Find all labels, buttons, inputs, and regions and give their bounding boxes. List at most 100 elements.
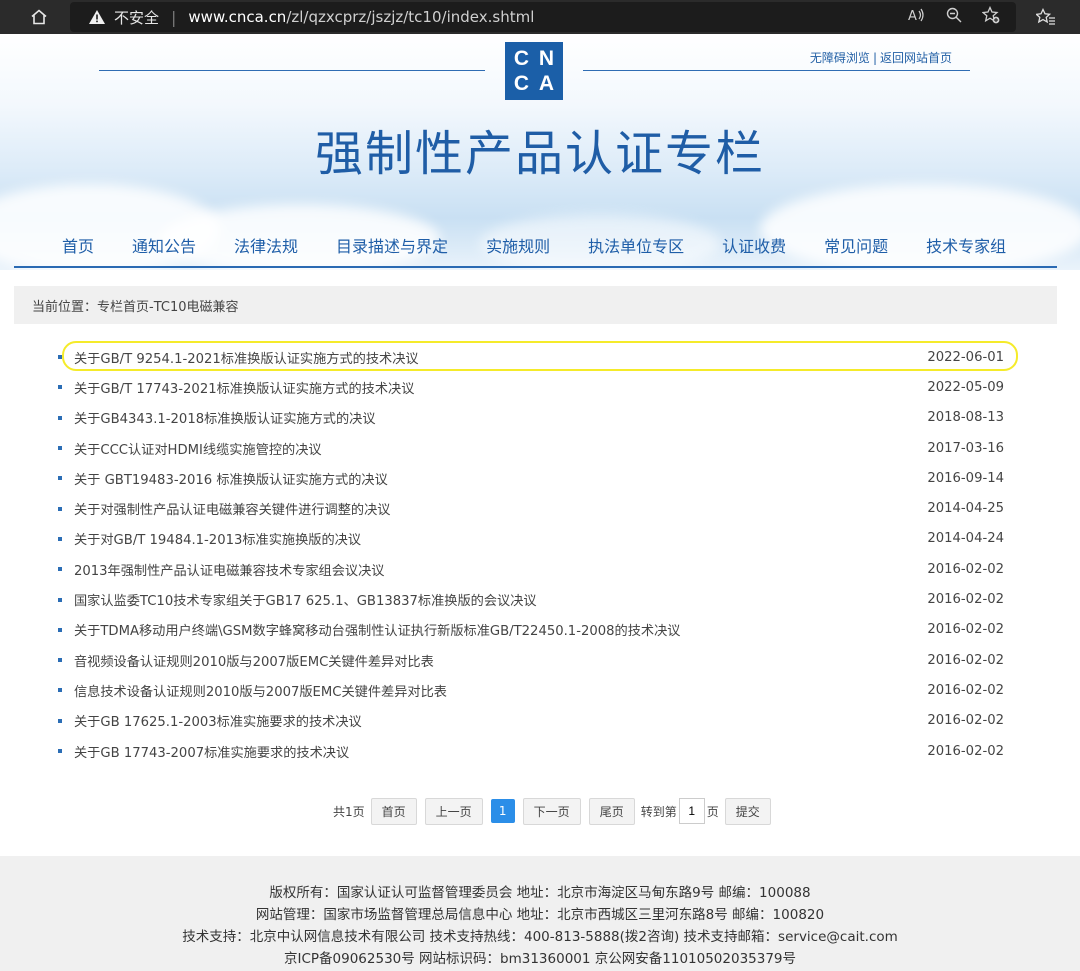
bullet-icon — [58, 385, 62, 390]
article-date: 2016-09-14 — [927, 470, 1004, 486]
bullet-icon — [58, 688, 62, 693]
article-date: 2016-02-02 — [927, 682, 1004, 698]
goto-suffix: 页 — [706, 804, 719, 819]
nav-item-rules[interactable]: 实施规则 — [486, 233, 550, 257]
bullet-icon — [58, 476, 62, 481]
nav-item-home[interactable]: 首页 — [62, 233, 94, 257]
bullet-icon — [58, 446, 62, 451]
nav-item-fees[interactable]: 认证收费 — [722, 233, 786, 257]
article-title-link[interactable]: 关于对GB/T 19484.1-2013标准实施换版的决议 — [74, 529, 914, 548]
list-item[interactable]: 关于对强制性产品认证电磁兼容关键件进行调整的决议 2014-04-25 — [58, 493, 1018, 523]
cnca-logo[interactable]: C N C A — [505, 42, 563, 100]
list-item[interactable]: 音视频设备认证规则2010版与2007版EMC关键件差异对比表 2016-02-0… — [58, 645, 1018, 675]
list-item[interactable]: 关于GB4343.1-2018标准换版认证实施方式的决议 2018-08-13 — [58, 403, 1018, 433]
list-item[interactable]: 信息技术设备认证规则2010版与2007版EMC关键件差异对比表 2016-02-… — [58, 675, 1018, 705]
insecure-label: 不安全 — [114, 8, 160, 27]
nav-item-catalog[interactable]: 目录描述与界定 — [336, 233, 448, 257]
site-home-link[interactable]: 返回网站首页 — [880, 51, 952, 65]
article-title-link[interactable]: 关于GB/T 9254.1-2021标准换版认证实施方式的技术决议 — [74, 348, 914, 367]
bullet-icon — [58, 597, 62, 602]
article-date: 2016-02-02 — [927, 561, 1004, 577]
accessibility-link[interactable]: 无障碍浏览 — [810, 51, 870, 65]
banner-divider-right — [583, 70, 970, 71]
home-icon[interactable] — [22, 0, 56, 34]
article-date: 2022-06-01 — [927, 349, 1004, 365]
bullet-icon — [58, 749, 62, 753]
url-host: www.cnca.cn — [188, 8, 287, 26]
main-nav: 首页 通知公告 法律法规 目录描述与界定 实施规则 执法单位专区 认证收费 常见… — [14, 222, 1057, 268]
list-item[interactable]: 关于TDMA移动用户终端\GSM数字蜂窝移动台强制性认证执行新版标准GB/T22… — [58, 615, 1018, 645]
nav-item-experts[interactable]: 技术专家组 — [926, 233, 1006, 257]
article-date: 2016-02-02 — [927, 713, 1004, 729]
article-title-link[interactable]: 关于TDMA移动用户终端\GSM数字蜂窝移动台强制性认证执行新版标准GB/T22… — [74, 620, 914, 639]
article-title-link[interactable]: 关于GB/T 17743-2021标准换版认证实施方式的技术决议 — [74, 378, 914, 397]
address-bar[interactable]: 不安全 | www.cnca.cn/zl/qzxcprz/jszjz/tc10/… — [70, 2, 1016, 32]
article-date: 2018-08-13 — [927, 410, 1004, 426]
current-page[interactable]: 1 — [490, 799, 515, 823]
list-item[interactable]: 国家认监委TC10技术专家组关于GB17 625.1、GB13837标准换版的会… — [58, 584, 1018, 614]
article-date: 2014-04-24 — [927, 531, 1004, 547]
list-item[interactable]: 2013年强制性产品认证电磁兼容技术专家组会议决议 2016-02-02 — [58, 554, 1018, 584]
url-text[interactable]: www.cnca.cn/zl/qzxcprz/jszjz/tc10/index.… — [188, 8, 534, 26]
site-footer: 版权所有：国家认证认可监督管理委员会 地址：北京市海淀区马甸东路9号 邮编：10… — [0, 856, 1080, 971]
article-title-link[interactable]: 关于GB 17743-2007标准实施要求的技术决议 — [74, 742, 914, 761]
bullet-icon — [58, 536, 62, 541]
footer-icp: 京ICP备09062530号 网站标识码：bm31360001 京公网安备110… — [283, 951, 797, 967]
article-title-link[interactable]: 关于CCC认证对HDMI线缆实施管控的决议 — [74, 439, 914, 458]
bullet-icon — [58, 506, 62, 511]
logo-letter: C — [513, 72, 530, 95]
page-total: 共1页 — [333, 804, 365, 819]
bullet-icon — [58, 718, 62, 723]
article-title-link[interactable]: 关于GB4343.1-2018标准换版认证实施方式的决议 — [74, 408, 914, 427]
list-item[interactable]: 关于GB/T 9254.1-2021标准换版认证实施方式的技术决议 2022-06… — [58, 342, 1018, 372]
address-separator: | — [171, 7, 177, 27]
add-favorite-icon[interactable] — [981, 5, 1000, 28]
article-title-link[interactable]: 音视频设备认证规则2010版与2007版EMC关键件差异对比表 — [74, 651, 914, 670]
nav-item-enforcement[interactable]: 执法单位专区 — [588, 233, 684, 257]
address-tools: A — [908, 0, 1000, 34]
footer-management: 网站管理：国家市场监督管理总局信息中心 地址：北京市西城区三里河东路8号 邮编：… — [255, 907, 825, 923]
footer-copyright: 版权所有：国家认证认可监督管理委员会 地址：北京市海淀区马甸东路9号 邮编：10… — [269, 885, 811, 901]
article-title-link[interactable]: 信息技术设备认证规则2010版与2007版EMC关键件差异对比表 — [74, 681, 914, 700]
article-title-link[interactable]: 国家认监委TC10技术专家组关于GB17 625.1、GB13837标准换版的会… — [74, 590, 914, 609]
logo-letter: A — [538, 72, 555, 95]
list-item[interactable]: 关于GB 17625.1-2003标准实施要求的技术决议 2016-02-02 — [58, 706, 1018, 736]
article-date: 2016-02-02 — [927, 743, 1004, 759]
list-item[interactable]: 关于 GBT19483-2016 标准换版认证实施方式的决议 2016-09-14 — [58, 463, 1018, 493]
goto-page-input[interactable] — [678, 798, 705, 824]
goto-label: 转到第 — [640, 804, 677, 819]
footer-support: 技术支持：北京中认网信息技术有限公司 技术支持热线：400-813-5888(拨… — [182, 929, 898, 945]
article-title-link[interactable]: 关于GB 17625.1-2003标准实施要求的技术决议 — [74, 711, 914, 730]
article-date: 2016-02-02 — [927, 622, 1004, 638]
submit-page-button[interactable]: 提交 — [724, 797, 771, 825]
first-page-button[interactable]: 首页 — [370, 797, 417, 825]
article-date: 2016-02-02 — [927, 592, 1004, 608]
article-title-link[interactable]: 2013年强制性产品认证电磁兼容技术专家组会议决议 — [74, 560, 914, 579]
list-item[interactable]: 关于CCC认证对HDMI线缆实施管控的决议 2017-03-16 — [58, 433, 1018, 463]
read-aloud-icon[interactable]: A — [908, 7, 926, 27]
article-title-link[interactable]: 关于 GBT19483-2016 标准换版认证实施方式的决议 — [74, 469, 914, 488]
nav-item-faq[interactable]: 常见问题 — [824, 233, 888, 257]
list-item[interactable]: 关于对GB/T 19484.1-2013标准实施换版的决议 2014-04-24 — [58, 524, 1018, 554]
article-list: 关于GB/T 9254.1-2021标准换版认证实施方式的技术决议 2022-06… — [58, 342, 1018, 766]
zoom-icon[interactable] — [946, 7, 962, 27]
list-item[interactable]: 关于GB 17743-2007标准实施要求的技术决议 2016-02-02 — [58, 736, 1018, 766]
list-item[interactable]: 关于GB/T 17743-2021标准换版认证实施方式的技术决议 2022-05-… — [58, 372, 1018, 402]
favorites-icon[interactable] — [1036, 0, 1056, 34]
nav-item-laws[interactable]: 法律法规 — [234, 233, 298, 257]
browser-toolbar: 不安全 | www.cnca.cn/zl/qzxcprz/jszjz/tc10/… — [0, 0, 1080, 34]
next-page-button[interactable]: 下一页 — [522, 797, 581, 825]
bullet-icon — [58, 415, 62, 420]
bullet-icon — [58, 567, 62, 572]
page-title: 强制性产品认证专栏 — [314, 126, 765, 182]
bullet-icon — [58, 658, 62, 663]
article-title-link[interactable]: 关于对强制性产品认证电磁兼容关键件进行调整的决议 — [74, 499, 914, 518]
article-date: 2017-03-16 — [927, 440, 1004, 456]
logo-letter: C — [513, 47, 530, 70]
pagination: 共1页 首页 上一页 1 下一页 尾页 转到第 页 提交 — [333, 797, 779, 825]
last-page-button[interactable]: 尾页 — [588, 797, 635, 825]
banner-divider-left — [99, 70, 485, 71]
nav-item-notices[interactable]: 通知公告 — [132, 233, 196, 257]
prev-page-button[interactable]: 上一页 — [424, 797, 483, 825]
bullet-icon — [58, 627, 62, 632]
